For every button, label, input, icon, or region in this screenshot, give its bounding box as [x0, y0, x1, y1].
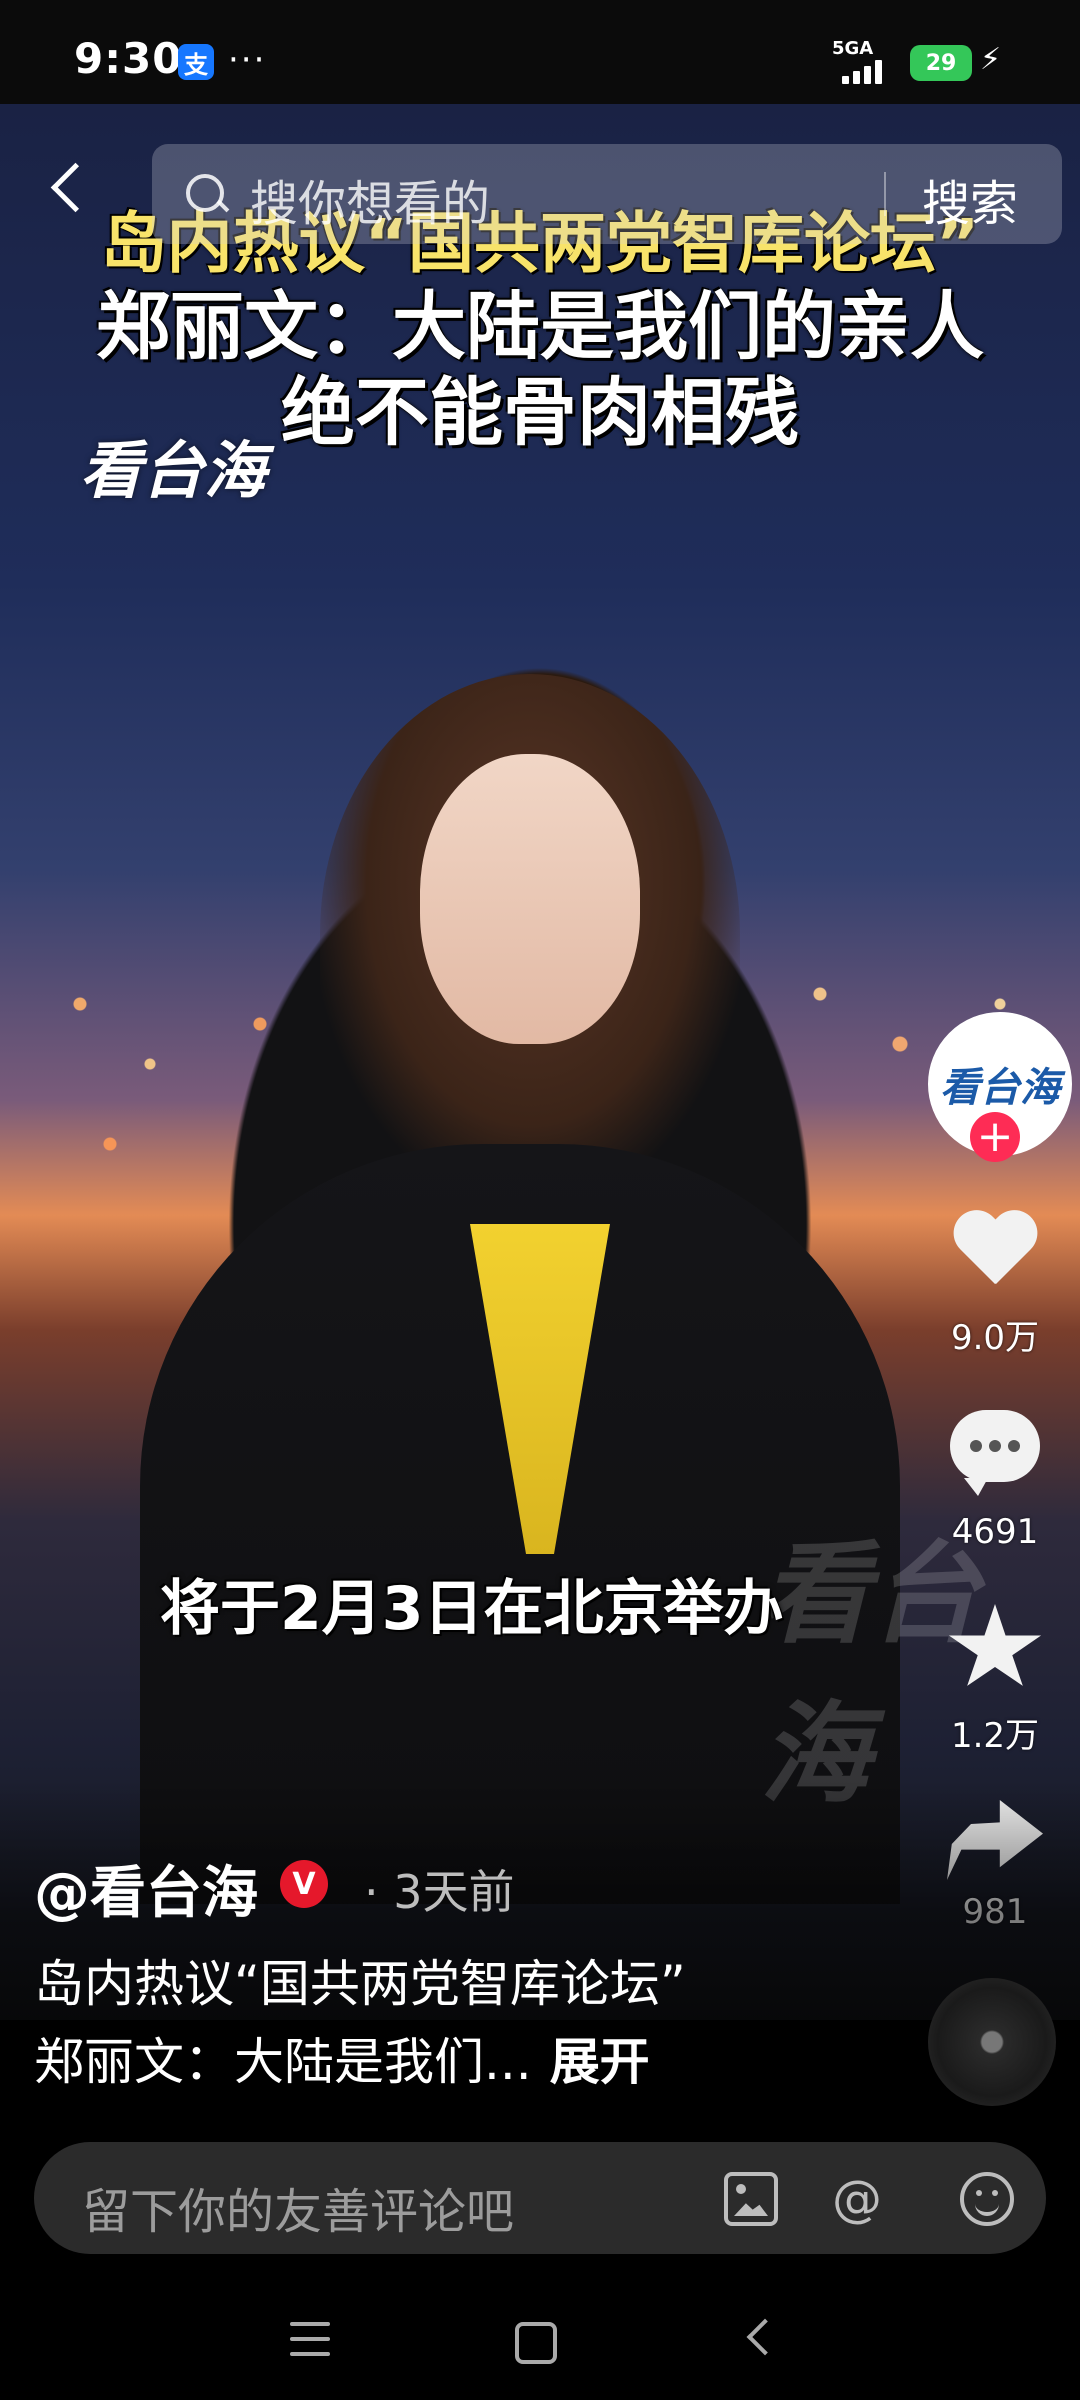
network-type: 5GA — [832, 38, 874, 59]
battery-indicator: 29 — [910, 45, 972, 81]
search-icon — [186, 174, 224, 212]
comment-button[interactable]: 4691 — [920, 1410, 1070, 1552]
search-button[interactable]: 搜索 — [922, 164, 1018, 234]
video-subtitle: 将于2月3日在北京举办 — [160, 1574, 784, 1644]
like-button[interactable]: 9.0万 — [920, 1212, 1070, 1359]
recent-apps-icon[interactable] — [290, 2322, 330, 2356]
nav-back-icon[interactable] — [746, 2318, 784, 2356]
image-icon[interactable] — [724, 2172, 778, 2226]
verified-badge-icon: V — [280, 1860, 328, 1908]
headline-line-2: 郑丽文：大陆是我们的亲人 — [96, 284, 984, 370]
status-bar: 9:30 支 ··· 5GA 29 ⚡ — [0, 0, 1080, 104]
expand-button[interactable]: 展开 — [550, 2033, 650, 2091]
description-truncated: 郑丽文：大陆是我们... — [34, 2033, 532, 2091]
emoji-icon[interactable] — [960, 2172, 1014, 2226]
status-time: 9:30 — [74, 34, 183, 83]
search-input[interactable]: 搜你想看的 — [250, 164, 490, 234]
alipay-icon: 支 — [178, 44, 214, 80]
channel-logo: 看台海 — [80, 434, 267, 507]
comment-icon — [950, 1410, 1040, 1496]
post-time: · 3天前 — [364, 1865, 515, 1919]
like-count: 9.0万 — [950, 1318, 1040, 1358]
follow-button[interactable]: + — [970, 1112, 1020, 1162]
mention-icon[interactable]: @ — [830, 2172, 884, 2226]
description-line-2: 郑丽文：大陆是我们... 展开 — [34, 2022, 650, 2094]
comment-input-bar[interactable]: 留下你的友善评论吧 @ — [34, 2142, 1046, 2254]
video-person-face — [420, 754, 640, 1044]
home-icon[interactable] — [515, 2322, 557, 2364]
back-button[interactable] — [40, 150, 100, 230]
comment-input[interactable]: 留下你的友善评论吧 — [82, 2172, 514, 2242]
search-divider — [884, 172, 886, 216]
star-icon — [948, 1604, 1042, 1686]
comment-count: 4691 — [951, 1512, 1039, 1552]
signal-icon — [842, 60, 902, 84]
music-disc-icon[interactable] — [928, 1978, 1056, 2106]
more-notifications-icon: ··· — [228, 40, 267, 80]
charging-icon: ⚡ — [980, 42, 1002, 77]
search-bar[interactable]: 搜你想看的 搜索 — [152, 144, 1062, 244]
favorite-button[interactable]: 1.2万 — [920, 1604, 1070, 1757]
favorite-count: 1.2万 — [950, 1716, 1040, 1756]
author-name[interactable]: @看台海 — [34, 1848, 258, 1929]
description-line-1: 岛内热议“国共两党智库论坛” — [34, 1955, 686, 2013]
heart-icon — [950, 1212, 1040, 1292]
system-navigation-bar — [0, 2280, 1080, 2400]
